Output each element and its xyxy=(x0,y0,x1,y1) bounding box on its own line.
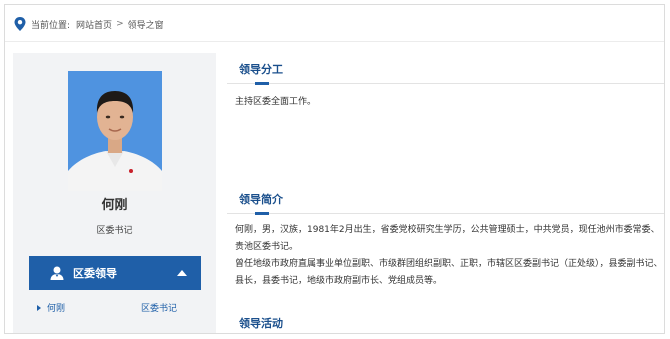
triangle-bullet-icon xyxy=(37,304,41,311)
profile-paragraph-1: 何刚，男，汉族，1981年2月出生，省委党校研究生学历，公共管理硕士，中共党员，… xyxy=(235,225,660,252)
leader-list-item[interactable]: 何刚 区委书记 xyxy=(37,301,197,314)
division-heading: 领导分工 xyxy=(239,63,283,76)
profile-heading: 领导简介 xyxy=(239,193,283,206)
breadcrumb-current: 领导之窗 xyxy=(127,20,164,31)
section-rule xyxy=(227,82,664,85)
breadcrumb: 当前位置: 网站首页 > 领导之窗 xyxy=(13,15,164,33)
leader-name: 何刚 xyxy=(101,198,128,213)
header-divider xyxy=(5,41,664,42)
leader-title: 区委书记 xyxy=(96,226,133,236)
location-pin-icon xyxy=(14,17,26,31)
division-section: 领导分工 主持区委全面工作。 xyxy=(227,61,664,111)
breadcrumb-separator: > xyxy=(116,19,124,29)
profile-paragraph-2: 曾任地级市政府直属事业单位副职、市级群团组织副职、正职，市辖区区委副书记（正处级… xyxy=(235,259,663,286)
profile-section: 领导简介 何刚，男，汉族，1981年2月出生，省委党校研究生学历，公共管理硕士，… xyxy=(227,191,664,290)
leader-group-label: 区委领导 xyxy=(73,267,117,280)
leader-group-toggle[interactable]: 区委领导 xyxy=(29,256,201,290)
user-icon xyxy=(50,266,64,280)
portrait-image xyxy=(68,71,162,191)
leader-photo xyxy=(68,71,162,191)
activity-heading: 领导活动 xyxy=(239,317,283,330)
caret-up-icon[interactable] xyxy=(177,270,187,276)
breadcrumb-prefix: 当前位置: xyxy=(31,20,71,31)
page-frame: 当前位置: 网站首页 > 领导之窗 何刚 区委书记 区委领导 何刚 区委书记 领… xyxy=(4,4,665,334)
leader-item-name[interactable]: 何刚 xyxy=(47,301,65,314)
leader-sidebar: 何刚 区委书记 区委领导 何刚 区委书记 xyxy=(13,53,216,333)
leader-content: 领导分工 主持区委全面工作。 领导简介 何刚，男，汉族，1981年2月出生，省委… xyxy=(227,53,664,333)
division-text: 主持区委全面工作。 xyxy=(235,97,317,107)
activity-section: 领导活动 xyxy=(227,315,664,333)
breadcrumb-home-link[interactable]: 网站首页 xyxy=(76,18,112,31)
section-rule xyxy=(227,212,664,215)
leader-item-title[interactable]: 区委书记 xyxy=(141,301,177,314)
